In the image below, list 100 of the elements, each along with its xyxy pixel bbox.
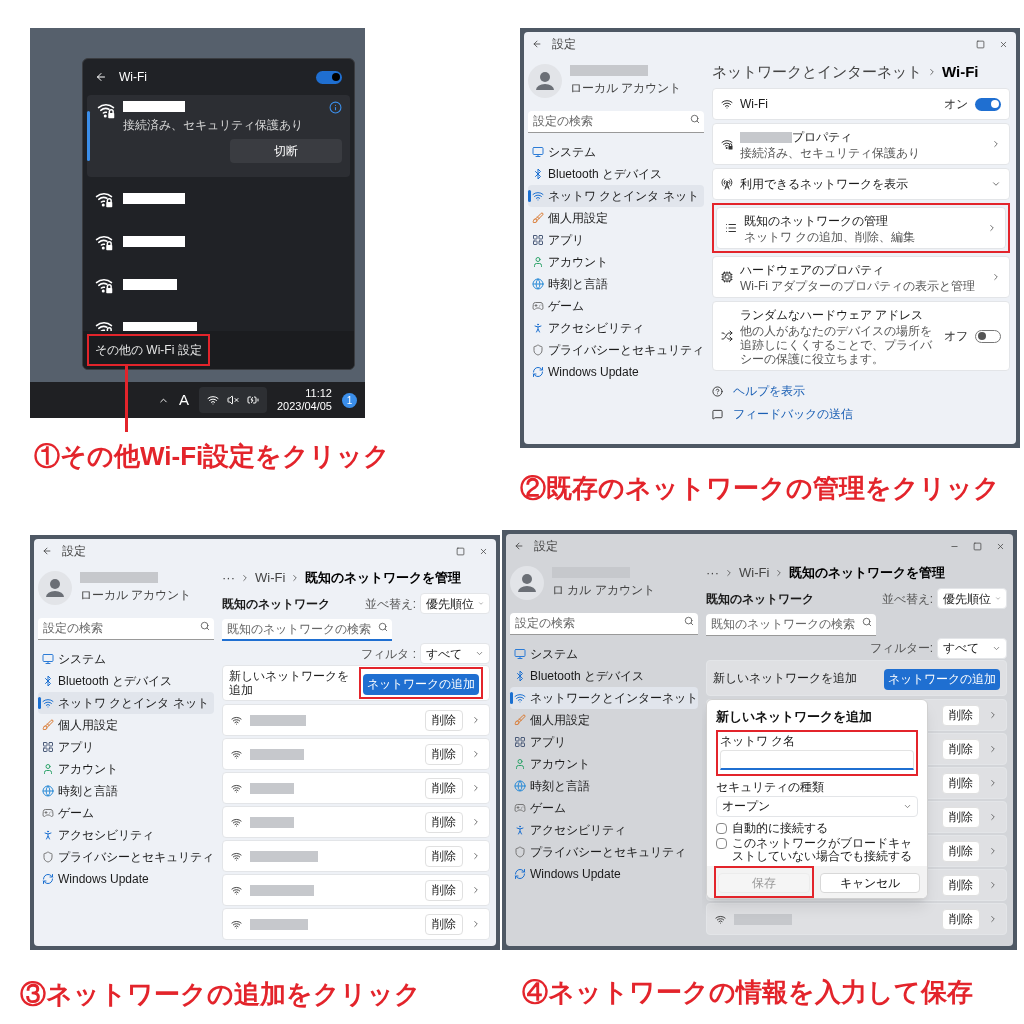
nav-item[interactable]: アプリ [528,228,704,251]
nav-item[interactable]: ゲーム [528,294,704,317]
nav-item[interactable]: アクセシビリティ [38,823,214,846]
nav-item[interactable]: アクセシビリティ [510,818,698,841]
nav-item[interactable]: プライバシーとセキュリティ [38,845,214,868]
known-network-row[interactable]: 削除 [706,903,1007,935]
setting-card[interactable]: ハードウェアのプロパティ Wi-Fi アダプターのプロパティの表示と管理 [712,256,1010,298]
info-icon[interactable] [329,101,342,114]
toggle-switch[interactable] [975,329,1001,343]
setting-card[interactable]: Wi-Fi オン [712,88,1010,120]
nav-item[interactable]: Bluetooth とデバイス [38,669,214,692]
delete-button[interactable]: 削除 [942,840,980,862]
nav-item[interactable]: システム [510,642,698,665]
dropdown[interactable]: 優先順位 [420,593,490,614]
nav-item[interactable]: ネットワ クとインタ ネット [528,184,704,207]
delete-button[interactable]: 削除 [425,811,463,833]
nav-item[interactable]: 個人用設定 [528,206,704,229]
toggle-switch[interactable] [316,70,342,84]
setting-card[interactable]: プロパティ 接続済み、セキュリティ保護あり [712,123,1010,165]
close-icon[interactable] [479,546,488,556]
breadcrumb-item[interactable]: Wi-Fi [739,563,770,583]
search-field[interactable]: 設定の検索 [38,617,214,640]
maximize-icon[interactable] [973,541,982,551]
close-icon[interactable] [999,39,1008,49]
breadcrumb-item[interactable]: Wi-Fi [255,568,286,588]
nav-item[interactable]: アカウント [510,752,698,775]
nav-item[interactable]: アカウント [528,250,704,273]
breadcrumb-item[interactable]: ··· [222,568,235,588]
back-icon[interactable] [514,541,524,551]
delete-button[interactable]: 削除 [425,845,463,867]
nav-item[interactable]: システム [38,647,214,670]
dropdown[interactable]: オープン [716,795,918,817]
checkbox[interactable] [716,822,727,834]
nav-item[interactable]: アプリ [510,730,698,753]
nav-item[interactable]: ゲーム [510,796,698,819]
nav-item[interactable]: 個人用設定 [510,708,698,731]
nav-item[interactable]: ネットワ クとインタ ネット [38,691,214,714]
nav-item[interactable]: アプリ [38,735,214,758]
delete-button[interactable]: 削除 [425,913,463,935]
nav-item[interactable]: Bluetooth とデバイス [510,664,698,687]
nav-item[interactable]: Windows Update [38,867,214,890]
checkbox[interactable] [716,837,727,849]
nav-item[interactable]: 個人用設定 [38,713,214,736]
search-field[interactable]: 既知のネットワークの検索 [222,619,392,641]
network-card[interactable]: 接続済み、セキュリティ保護あり 切断 [87,95,350,177]
delete-button[interactable]: 削除 [942,874,980,896]
maximize-icon[interactable] [456,546,465,556]
nav-item[interactable]: アクセシビリティ [528,316,704,339]
help-link[interactable]: ヘルプを表示 [733,382,805,400]
known-network-row[interactable]: 削除 [222,806,490,838]
cancel-button[interactable]: キャンセル [820,873,920,893]
nav-item[interactable]: プライバシーとセキュリティ [528,338,704,361]
search-field[interactable]: 設定の検索 [510,612,698,635]
delete-button[interactable]: 削除 [942,908,980,930]
add-network-button[interactable]: ネットワークの追加 [363,673,479,695]
setting-card[interactable]: 既知のネットワークの管理 ネットワ クの追加、削除、編集 [716,207,1006,249]
nav-item[interactable]: アカウント [38,757,214,780]
delete-button[interactable]: 削除 [425,777,463,799]
close-icon[interactable] [996,541,1005,551]
delete-button[interactable]: 削除 [425,879,463,901]
maximize-icon[interactable] [976,39,985,49]
delete-button[interactable]: 削除 [942,806,980,828]
breadcrumb-item[interactable]: ネットワークとインターネット [712,60,922,84]
network-name-field[interactable] [720,750,914,770]
back-icon[interactable] [42,546,52,556]
back-icon[interactable] [95,71,107,83]
dropdown[interactable]: すべて [420,643,490,664]
ime-indicator[interactable]: A [178,388,189,412]
nav-item[interactable]: プライバシーとセキュリティ [510,840,698,863]
breadcrumb-item[interactable]: ··· [706,563,719,583]
delete-button[interactable]: 削除 [942,704,980,726]
nav-item[interactable]: Bluetooth とデバイス [528,162,704,185]
nav-item[interactable]: 時刻と言語 [510,774,698,797]
toggle-switch[interactable] [975,97,1001,111]
nav-item[interactable]: Windows Update [510,862,698,885]
dropdown[interactable]: すべて [937,637,1007,659]
nav-item[interactable]: ゲーム [38,801,214,824]
nav-item[interactable]: 時刻と言語 [528,272,704,295]
dropdown[interactable]: 優先順位 [937,588,1007,609]
search-field[interactable]: 設定の検索 [528,110,704,133]
known-network-row[interactable]: 削除 [222,908,490,940]
known-network-row[interactable]: 削除 [222,874,490,906]
help-link[interactable]: フィードバックの送信 [733,405,853,423]
delete-button[interactable]: 削除 [942,738,980,760]
known-network-row[interactable]: 削除 [222,704,490,736]
add-network-button[interactable]: ネットワークの追加 [884,668,1000,690]
delete-button[interactable]: 削除 [425,743,463,765]
setting-card[interactable]: 利用できるネットワークを表示 [712,168,1010,200]
back-icon[interactable] [532,39,542,49]
known-network-row[interactable]: 削除 [222,840,490,872]
nav-item[interactable]: システム [528,140,704,163]
known-network-row[interactable]: 削除 [222,772,490,804]
system-tray[interactable] [198,387,267,413]
delete-button[interactable]: 削除 [942,772,980,794]
nav-item[interactable]: Windows Update [528,360,704,383]
delete-button[interactable]: 削除 [425,709,463,731]
nav-item[interactable]: 時刻と言語 [38,779,214,802]
nav-item[interactable]: ネットワークとインターネット [510,686,698,709]
known-network-row[interactable]: 削除 [222,738,490,770]
disconnect-button[interactable]: 切断 [230,139,342,163]
